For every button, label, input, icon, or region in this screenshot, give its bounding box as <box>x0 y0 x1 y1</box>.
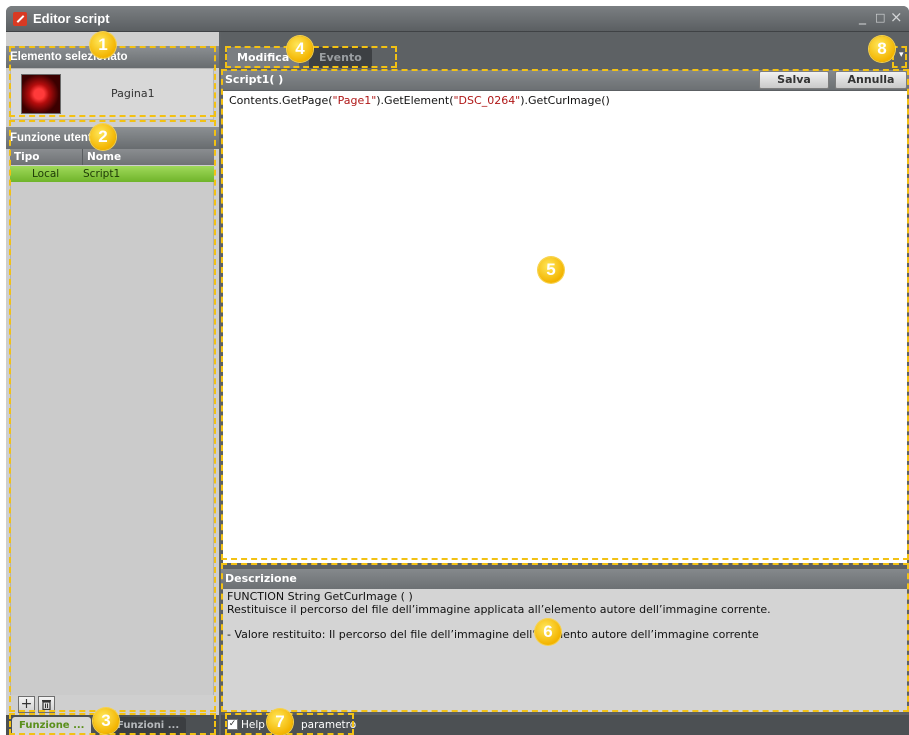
description-line <box>227 616 903 629</box>
functions-list[interactable] <box>10 182 214 695</box>
help-checkbox[interactable]: ✓ <box>227 719 238 730</box>
title-bar: Editor script _ □ × <box>6 6 909 32</box>
save-button[interactable]: Salva <box>759 71 829 89</box>
help-label[interactable]: Help <box>241 719 265 731</box>
window-title: Editor script <box>33 11 110 26</box>
tab-user-functions[interactable]: Funzione ... <box>12 717 92 735</box>
callout-badge-1: 1 <box>90 32 116 58</box>
script-header: Script1( ) Salva Annulla <box>221 70 909 90</box>
callout-badge-8: 8 <box>869 36 895 62</box>
description-line: - Valore restituito: Il percorso del fil… <box>227 627 759 641</box>
collapse-icon[interactable]: ▾ <box>899 50 907 64</box>
minimize-icon[interactable]: _ <box>859 9 866 25</box>
row-type: Local <box>32 168 60 180</box>
trash-glyph <box>42 700 51 711</box>
column-header-type[interactable]: Tipo <box>14 151 40 163</box>
tab-evento[interactable]: Evento <box>309 47 372 68</box>
script-title: Script1( ) <box>225 73 284 86</box>
parameter-label: parametro <box>301 719 357 731</box>
code-text: ).GetCurImage() <box>520 94 610 107</box>
selected-element-box[interactable]: Pagina1 <box>10 68 214 120</box>
close-icon[interactable]: × <box>890 8 903 26</box>
row-name: Script1 <box>83 168 121 180</box>
callout-badge-6: 6 <box>535 619 561 645</box>
plus-icon[interactable]: + <box>18 696 35 713</box>
status-bar: ✓ Help parametro <box>221 715 909 735</box>
callout-badge-2: 2 <box>90 124 116 150</box>
element-label: Pagina1 <box>111 87 155 100</box>
cancel-button[interactable]: Annulla <box>835 71 907 89</box>
functions-table-header: Tipo Nome <box>10 149 214 165</box>
code-string: "Page1" <box>332 94 377 107</box>
editor-window: Editor script _ □ × Elemento selezionato… <box>6 6 909 735</box>
maximize-icon[interactable]: □ <box>875 11 885 24</box>
editor-tab-strip: Modifica Evento ▾ <box>221 32 909 70</box>
callout-badge-5: 5 <box>538 257 564 283</box>
description-heading: Descrizione <box>221 569 909 589</box>
callout-badge-4: 4 <box>287 36 313 62</box>
code-text: Contents.GetPage( <box>229 94 333 107</box>
callout-badge-7: 7 <box>267 709 293 735</box>
tab-functions[interactable]: Funzioni ... <box>110 717 187 735</box>
description-panel: FUNCTION String GetCurImage ( ) Restitui… <box>223 589 907 712</box>
code-string: "DSC_0264" <box>453 94 521 107</box>
script-editor-icon <box>13 12 27 26</box>
code-editor[interactable]: Contents.GetPage("Page1").GetElement("DS… <box>223 91 907 563</box>
trash-icon[interactable] <box>38 696 55 713</box>
description-line: Restituisce il percorso del file dell’im… <box>227 602 771 616</box>
description-line: FUNCTION String GetCurImage ( ) <box>227 590 413 603</box>
column-header-name[interactable]: Nome <box>87 151 121 163</box>
right-column: Modifica Evento ▾ Script1( ) Salva Annul… <box>221 32 909 735</box>
callout-badge-3: 3 <box>93 708 119 734</box>
code-line: Contents.GetPage("Page1").GetElement("DS… <box>229 94 610 107</box>
code-text: ).GetElement( <box>376 94 454 107</box>
column-divider[interactable] <box>82 149 83 165</box>
table-row[interactable]: Local Script1 <box>10 166 214 182</box>
element-thumbnail <box>21 74 61 114</box>
